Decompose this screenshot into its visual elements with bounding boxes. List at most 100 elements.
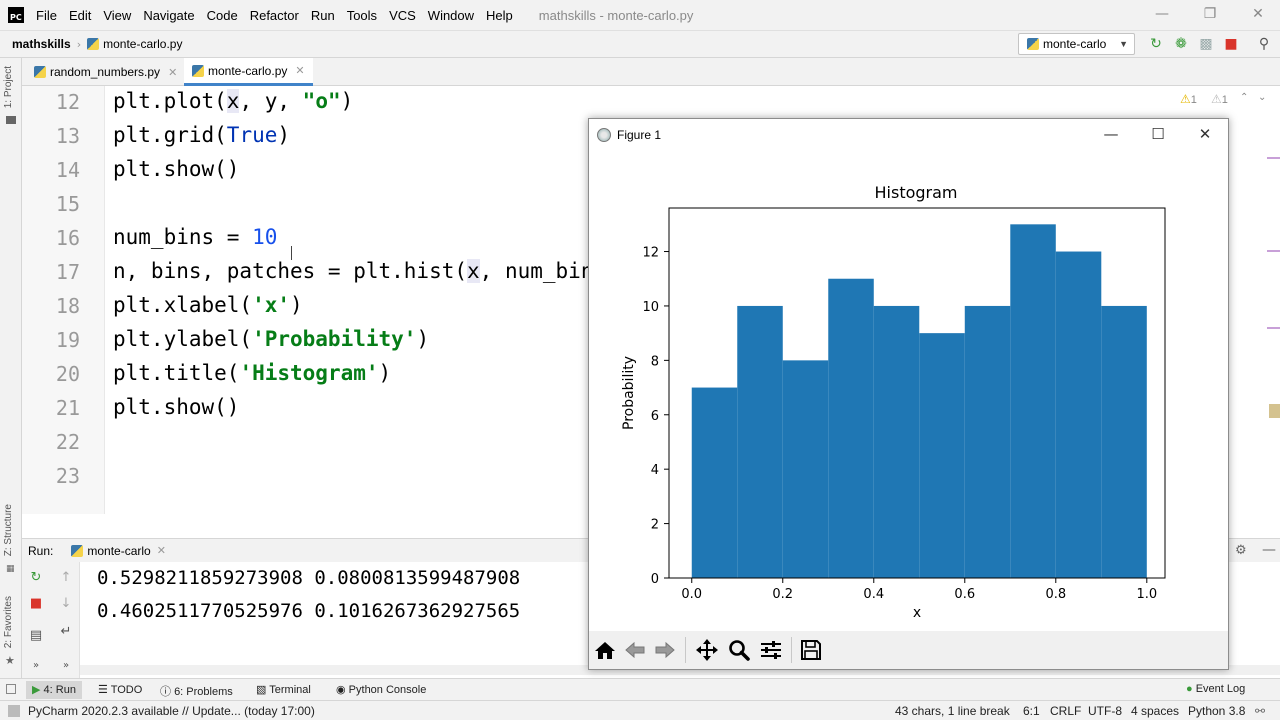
file-encoding[interactable]: UTF-8 — [1088, 704, 1122, 718]
event-log-label: Event Log — [1195, 683, 1246, 695]
editor-tab-bar: random_numbers.py ✕ monte-carlo.py ✕ — [22, 58, 1280, 86]
debug-icon[interactable]: ❁ — [1173, 36, 1189, 52]
chevron-down-icon[interactable]: ⌄ — [1258, 92, 1266, 103]
pycharm-logo-icon: PC — [8, 7, 24, 23]
close-run-tab-icon[interactable]: ✕ — [157, 544, 166, 557]
favorites-tool-button[interactable]: 2: Favorites — [3, 596, 14, 648]
back-button[interactable] — [621, 636, 649, 664]
line-separator[interactable]: CRLF — [1050, 704, 1081, 718]
maximize-icon[interactable]: ☐ — [1148, 125, 1168, 143]
x-tick-label: 1.0 — [1136, 587, 1157, 602]
close-icon[interactable]: ✕ — [1195, 125, 1215, 143]
warning-indicator[interactable]: ⚠1 — [1180, 92, 1197, 106]
code-line[interactable]: plt.xlabel('x') — [113, 293, 303, 317]
menu-refactor[interactable]: Refactor — [250, 8, 299, 23]
coverage-icon[interactable]: ▩ — [1198, 36, 1214, 52]
menu-navigate[interactable]: Navigate — [143, 8, 194, 23]
menu-help[interactable]: Help — [486, 8, 513, 23]
hide-panel-icon[interactable]: — — [1262, 542, 1276, 558]
arrow-up-icon[interactable]: ↑ — [58, 570, 74, 586]
toggle-panels-icon[interactable] — [6, 684, 16, 694]
run-configuration-select[interactable]: monte-carlo ▼ — [1018, 33, 1135, 55]
stop-icon[interactable]: ■ — [1223, 36, 1239, 52]
tab-monte-carlo[interactable]: monte-carlo.py ✕ — [184, 58, 313, 86]
stop-icon[interactable]: ■ — [28, 596, 44, 612]
save-button[interactable] — [797, 636, 825, 664]
close-tab-icon[interactable]: ✕ — [295, 64, 304, 77]
menu-vcs[interactable]: VCS — [389, 8, 416, 23]
figure-window[interactable]: Figure 1 — ☐ ✕ Histogram 0.0 0.2 0.4 0.6 0.8… — [588, 118, 1229, 670]
breadcrumb-project[interactable]: mathskills — [12, 37, 71, 51]
left-tool-strip: 1: Project Z: Structure ▦ 2: Favorites ★ — [0, 58, 22, 678]
toolbar-separator — [685, 637, 686, 663]
menu-code[interactable]: Code — [207, 8, 238, 23]
forward-button[interactable] — [651, 636, 679, 664]
code-editor[interactable]: plt.plot(x, y, "o") plt.grid(True) plt.s… — [105, 86, 588, 514]
histogram-bar — [919, 333, 965, 578]
indent-setting[interactable]: 4 spaces — [1131, 704, 1179, 718]
code-line[interactable]: plt.plot(x, y, "o") — [113, 89, 353, 113]
code-line[interactable]: plt.title('Histogram') — [113, 361, 391, 385]
close-icon[interactable]: ✕ — [1248, 6, 1268, 22]
code-line[interactable]: plt.ylabel('Probability') — [113, 327, 429, 351]
status-message[interactable]: PyCharm 2020.2.3 available // Update... … — [28, 704, 315, 718]
layout-icon[interactable]: ▤ — [28, 628, 44, 644]
code-line[interactable]: num_bins = 10 — [113, 225, 277, 249]
weak-warning-icon: ⚠ — [1211, 92, 1222, 106]
minimize-icon[interactable]: — — [1152, 6, 1172, 22]
terminal-tool-button[interactable]: ▧ Terminal — [256, 683, 311, 696]
weak-warning-indicator[interactable]: ⚠1 — [1211, 92, 1228, 106]
run-tab-monte-carlo[interactable]: monte-carlo ✕ — [71, 544, 166, 558]
tab-random-numbers[interactable]: random_numbers.py ✕ — [26, 58, 185, 86]
code-line[interactable]: plt.show() — [113, 157, 239, 181]
histogram-chart: Histogram 0.0 0.2 0.4 0.6 0.8 1.0 0 2 4 6 8 10 12 x… — [621, 183, 1166, 621]
configure-subplots-button[interactable] — [757, 636, 785, 664]
figure-titlebar[interactable]: Figure 1 — ☐ ✕ — [589, 119, 1228, 151]
minimize-icon[interactable]: — — [1101, 125, 1121, 143]
run-tool-button[interactable]: ▶ 4: Run — [26, 681, 82, 699]
home-button[interactable] — [591, 636, 619, 664]
figure-canvas[interactable]: Histogram 0.0 0.2 0.4 0.6 0.8 1.0 0 2 4 6 8 10 12 x… — [589, 151, 1228, 631]
menu-run[interactable]: Run — [311, 8, 335, 23]
menu-view[interactable]: View — [103, 8, 131, 23]
gear-icon[interactable]: ⚙ — [1235, 543, 1247, 558]
chevron-up-icon[interactable]: ⌃ — [1240, 92, 1248, 103]
arrow-down-icon[interactable]: ↓ — [58, 596, 74, 612]
caret-position[interactable]: 6:1 — [1023, 704, 1040, 718]
close-tab-icon[interactable]: ✕ — [168, 66, 177, 79]
menu-window[interactable]: Window — [428, 8, 474, 23]
code-line[interactable]: plt.show() — [113, 395, 239, 419]
pan-button[interactable] — [693, 636, 721, 664]
menu-edit[interactable]: Edit — [69, 8, 91, 23]
code-line[interactable]: plt.grid(True) — [113, 123, 290, 147]
lock-icon[interactable]: ⚯ — [1255, 704, 1265, 718]
run-toolbar-secondary: ↑ ↓ ↵ » — [52, 562, 80, 678]
more-icon[interactable]: » — [58, 658, 74, 674]
restore-icon[interactable]: ❐ — [1200, 6, 1220, 22]
search-everywhere-icon[interactable]: ⚲ — [1256, 36, 1272, 52]
zoom-button[interactable] — [725, 636, 753, 664]
todo-tool-button[interactable]: ☰ TODO — [98, 683, 142, 696]
soft-wrap-icon[interactable]: ↵ — [58, 624, 74, 640]
breadcrumb-file[interactable]: monte-carlo.py — [103, 37, 182, 51]
rerun-icon[interactable]: ↻ — [28, 570, 44, 586]
code-line[interactable]: n, bins, patches = plt.hist(x, num_bins) — [113, 259, 588, 283]
editor-right-margin — [1228, 86, 1280, 514]
run-tool-label: 4: Run — [43, 684, 76, 696]
project-tool-button[interactable]: 1: Project — [3, 66, 14, 108]
line-number: 22 — [55, 430, 80, 454]
python-console-tool-button[interactable]: ◉ Python Console — [336, 683, 426, 696]
menu-tools[interactable]: Tools — [347, 8, 377, 23]
more-icon[interactable]: » — [28, 658, 44, 674]
event-log-tool-button[interactable]: ● Event Log — [1186, 683, 1245, 695]
scroll-thumb[interactable] — [1269, 404, 1280, 418]
menu-file[interactable]: File — [36, 8, 57, 23]
rerun-icon[interactable]: ↻ — [1148, 36, 1164, 52]
structure-tool-button[interactable]: Z: Structure — [3, 504, 14, 556]
error-stripe-mark[interactable] — [1267, 327, 1280, 329]
python-interpreter[interactable]: Python 3.8 — [1188, 704, 1245, 718]
problems-tool-button[interactable]: ⓘ 6: Problems — [160, 683, 233, 699]
error-stripe-mark[interactable] — [1267, 250, 1280, 252]
histogram-bar — [782, 360, 829, 578]
error-stripe-mark[interactable] — [1267, 157, 1280, 159]
